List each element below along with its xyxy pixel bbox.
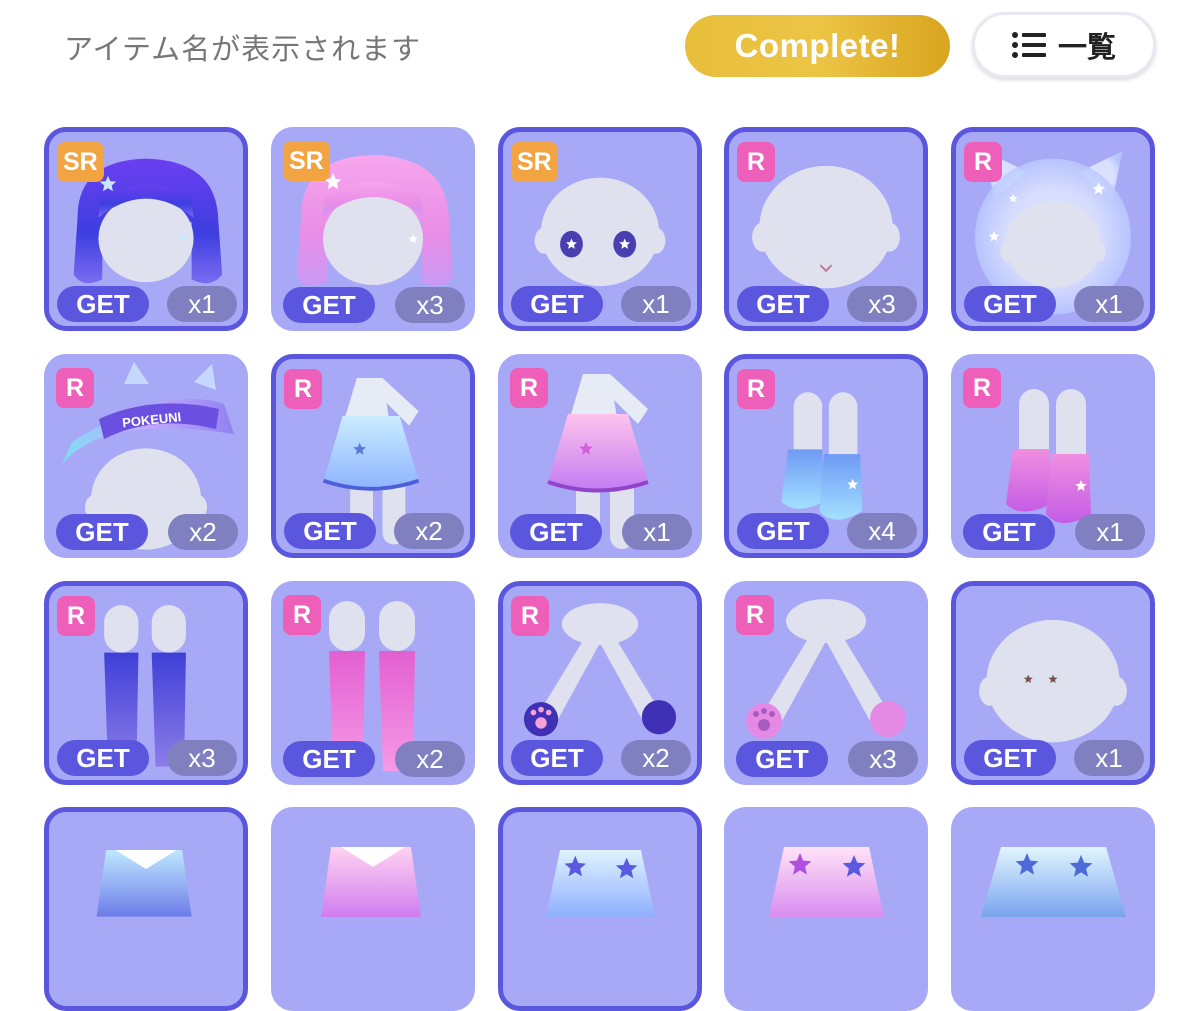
get-badge: GET [510, 514, 602, 550]
item-card[interactable]: R GET x2 [498, 581, 702, 785]
skirt-cyan-icon [981, 847, 1126, 917]
rarity-badge: R [964, 142, 1002, 182]
rarity-badge: R [737, 142, 775, 182]
skirt-pink-icon [769, 847, 884, 917]
item-card[interactable]: R GET x1 [951, 127, 1155, 331]
rarity-badge: R [510, 368, 548, 408]
count-badge: x1 [1074, 740, 1144, 776]
count-badge: x3 [395, 287, 465, 323]
get-badge: GET [736, 741, 828, 777]
count-badge: x1 [1074, 286, 1144, 322]
item-card[interactable]: R GET x2 [271, 581, 475, 785]
item-card[interactable]: R GET x3 [44, 581, 248, 785]
count-badge: x1 [622, 514, 692, 550]
item-card[interactable] [951, 807, 1155, 1011]
skirt-blue-icon [545, 850, 656, 917]
count-badge: x1 [1075, 514, 1145, 550]
item-card[interactable]: SR GET x3 [271, 127, 475, 331]
rarity-badge: R [284, 369, 322, 409]
item-card[interactable]: R GET x1 [951, 354, 1155, 558]
item-card[interactable]: SR GET x1 [44, 127, 248, 331]
rarity-badge: SR [57, 142, 104, 182]
count-badge: x1 [167, 286, 237, 322]
item-card[interactable] [44, 807, 248, 1011]
item-card[interactable]: R GET x2 [271, 354, 475, 558]
count-badge: x3 [167, 740, 237, 776]
get-badge: GET [511, 286, 603, 322]
item-card[interactable]: R GET x3 [724, 581, 928, 785]
get-badge: GET [57, 740, 149, 776]
count-badge: x1 [621, 286, 691, 322]
item-card[interactable] [498, 807, 702, 1011]
item-card[interactable]: R GET x3 [724, 127, 928, 331]
get-badge: GET [737, 513, 829, 549]
count-badge: x4 [847, 513, 917, 549]
item-card[interactable]: GET x1 [951, 581, 1155, 785]
get-badge: GET [284, 513, 376, 549]
rarity-badge: R [511, 596, 549, 636]
rarity-badge: SR [283, 141, 330, 181]
item-card[interactable]: SR GET x1 [498, 127, 702, 331]
item-card[interactable]: R GET x1 [498, 354, 702, 558]
item-card[interactable]: POKEUNI R GET x2 [44, 354, 248, 558]
rarity-badge: R [283, 595, 321, 635]
count-badge: x3 [848, 741, 918, 777]
rarity-badge: R [736, 595, 774, 635]
get-badge: GET [964, 286, 1056, 322]
item-card[interactable]: R GET x4 [724, 354, 928, 558]
item-card[interactable] [724, 807, 928, 1011]
item-card[interactable] [271, 807, 475, 1011]
get-badge: GET [963, 514, 1055, 550]
count-badge: x2 [394, 513, 464, 549]
item-grid: SR GET x1 SR GET x3 SR GET x1 R GET x3 R GET x1 [0, 0, 1200, 1011]
rarity-badge: SR [511, 142, 558, 182]
rarity-badge: R [56, 368, 94, 408]
get-badge: GET [737, 286, 829, 322]
rarity-badge: R [737, 369, 775, 409]
get-badge: GET [56, 514, 148, 550]
count-badge: x2 [395, 741, 465, 777]
get-badge: GET [57, 286, 149, 322]
count-badge: x3 [847, 286, 917, 322]
count-badge: x2 [168, 514, 238, 550]
top-pink-icon [321, 847, 421, 917]
rarity-badge: R [57, 596, 95, 636]
count-badge: x2 [621, 740, 691, 776]
get-badge: GET [283, 741, 375, 777]
get-badge: GET [964, 740, 1056, 776]
get-badge: GET [283, 287, 375, 323]
get-badge: GET [511, 740, 603, 776]
top-blue-icon [96, 850, 192, 917]
rarity-badge: R [963, 368, 1001, 408]
